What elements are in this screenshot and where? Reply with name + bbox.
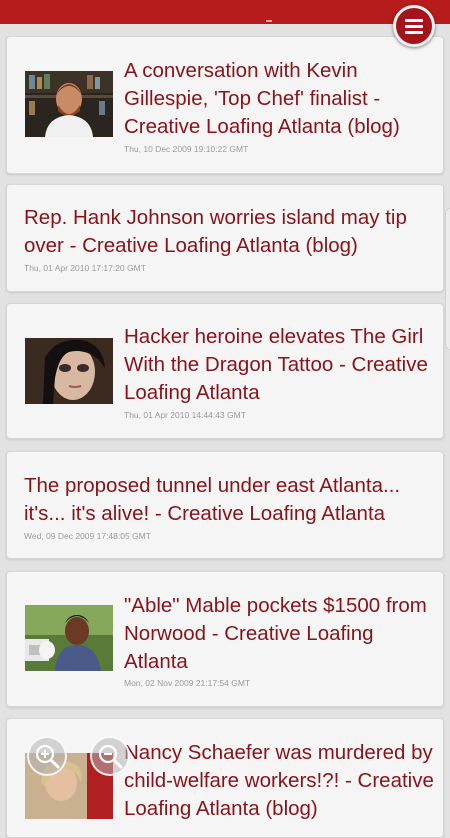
article-date: Mon, 02 Nov 2009 21:17:54 GMT (124, 678, 251, 688)
article-card[interactable]: A conversation with Kevin Gillespie, 'To… (6, 36, 444, 174)
article-card[interactable]: Hacker heroine elevates The Girl With th… (6, 303, 444, 439)
article-date: Thu, 01 Apr 2010 17:17:20 GMT (24, 263, 146, 273)
article-card[interactable]: "Able" Mable pockets $1500 from Norwood … (6, 571, 444, 707)
article-card[interactable]: Nancy Schaefer was murdered by child-wel… (6, 718, 444, 838)
zoom-out-button[interactable] (90, 736, 130, 776)
article-card[interactable]: The proposed tunnel under east Atlanta..… (6, 451, 444, 559)
article-title[interactable]: The proposed tunnel under east Atlanta..… (24, 472, 439, 528)
article-thumbnail (25, 338, 113, 404)
article-title[interactable]: A conversation with Kevin Gillespie, 'To… (124, 57, 434, 141)
menu-button[interactable] (393, 5, 435, 47)
hamburger-menu-icon (405, 16, 423, 37)
top-bar (0, 0, 450, 24)
article-date: Thu, 10 Dec 2009 19:10:22 GMT (124, 144, 249, 154)
article-title[interactable]: "Able" Mable pockets $1500 from Norwood … (124, 592, 434, 676)
article-title[interactable]: Nancy Schaefer was murdered by child-wel… (124, 739, 434, 823)
zoom-out-icon (98, 744, 123, 769)
article-date: Wed, 09 Dec 2009 17:48:05 GMT (24, 531, 151, 541)
zoom-in-icon (35, 744, 60, 769)
side-drawer-handle[interactable] (445, 208, 450, 350)
article-card[interactable]: Rep. Hank Johnson worries island may tip… (6, 184, 444, 292)
bar-marker (266, 20, 272, 22)
article-thumbnail (25, 605, 113, 671)
article-title[interactable]: Hacker heroine elevates The Girl With th… (124, 323, 434, 407)
zoom-in-button[interactable] (27, 736, 67, 776)
article-thumbnail (25, 71, 113, 137)
article-title[interactable]: Rep. Hank Johnson worries island may tip… (24, 204, 434, 260)
article-date: Thu, 01 Apr 2010 14:44:43 GMT (124, 410, 246, 420)
